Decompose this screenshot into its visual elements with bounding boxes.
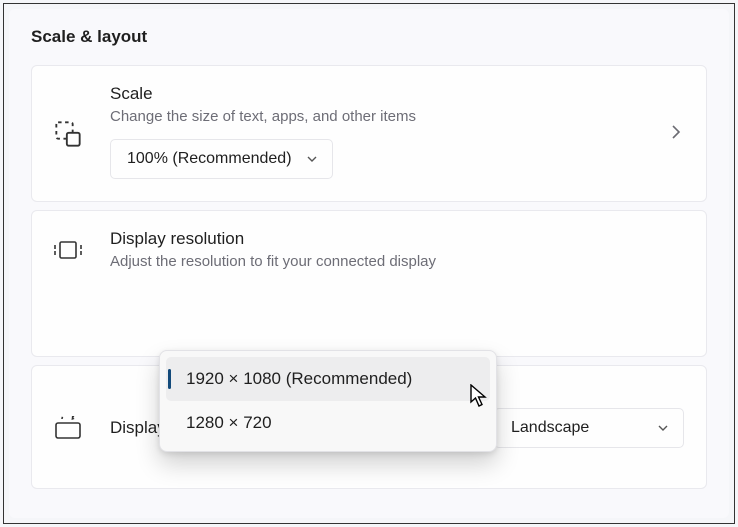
scale-card[interactable]: Scale Change the size of text, apps, and… [31, 65, 707, 202]
resolution-title: Display resolution [110, 229, 684, 249]
selection-marker [168, 369, 171, 389]
scale-title: Scale [110, 84, 640, 104]
resolution-card[interactable]: Display resolution Adjust the resolution… [31, 210, 707, 357]
section-title: Scale & layout [31, 27, 707, 47]
chevron-right-icon[interactable] [668, 124, 684, 140]
orientation-icon [54, 416, 82, 444]
orientation-combobox[interactable]: Landscape [494, 408, 684, 448]
dropdown-option[interactable]: 1920 × 1080 (Recommended) [166, 357, 490, 401]
resolution-desc: Adjust the resolution to fit your connec… [110, 253, 684, 270]
chevron-down-icon [306, 153, 318, 165]
orientation-value: Landscape [511, 419, 589, 437]
dropdown-option-label: 1920 × 1080 (Recommended) [186, 369, 412, 389]
scale-body: Scale Change the size of text, apps, and… [110, 84, 640, 179]
resolution-icon [54, 238, 82, 266]
scale-icon [54, 120, 82, 148]
settings-panel: Scale & layout Scale Change the size of … [9, 9, 729, 518]
resolution-dropdown[interactable]: 1920 × 1080 (Recommended) 1280 × 720 [159, 350, 497, 452]
window-border: Scale & layout Scale Change the size of … [3, 3, 735, 524]
scale-combobox[interactable]: 100% (Recommended) [110, 139, 333, 179]
dropdown-option[interactable]: 1280 × 720 [166, 401, 490, 445]
scale-value: 100% (Recommended) [127, 150, 292, 168]
chevron-down-icon [657, 422, 669, 434]
resolution-body: Display resolution Adjust the resolution… [110, 229, 684, 270]
scale-desc: Change the size of text, apps, and other… [110, 108, 640, 125]
dropdown-option-label: 1280 × 720 [186, 413, 272, 433]
